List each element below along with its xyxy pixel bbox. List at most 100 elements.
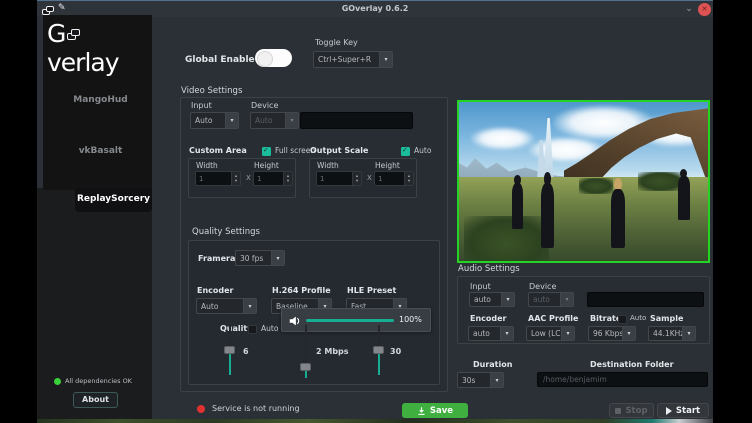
quality-auto-label: Auto	[261, 324, 278, 333]
framerate-slider-fill	[378, 353, 380, 375]
video-device-dropdown[interactable]: Auto	[250, 112, 299, 129]
encoder-dropdown[interactable]: Auto	[196, 298, 257, 314]
chevron-down-icon[interactable]: ⌄	[683, 3, 695, 15]
audio-input-label: Input	[470, 282, 491, 291]
bitrate-auto-label: Auto	[630, 314, 646, 322]
character-silhouette	[510, 175, 525, 229]
bitrate-auto-checkbox[interactable]	[618, 315, 627, 324]
audio-device-label: Device	[529, 282, 556, 291]
spin-arrows-icon	[352, 172, 361, 185]
sidebar-item-vkbasalt[interactable]: vkBasalt	[43, 146, 158, 156]
duration-dropdown[interactable]: 30s	[457, 372, 504, 388]
framerate-dropdown[interactable]: 30 fps	[235, 250, 285, 266]
bitrate-dropdown[interactable]: 96 Kbps	[588, 326, 636, 341]
global-enable-toggle[interactable]	[255, 49, 292, 67]
app-logo: G verlay	[47, 19, 152, 77]
scale-x-separator: X	[367, 174, 372, 182]
sidebar-logo-panel: G verlay MangoHud vkBasalt	[43, 15, 152, 190]
audio-encoder-label: Encoder	[470, 314, 507, 323]
toggle-key-label: Toggle Key	[315, 38, 358, 47]
video-settings-title: Video Settings	[181, 86, 242, 96]
volume-percent: 100%	[399, 315, 422, 324]
output-scale-auto-label: Auto	[414, 146, 431, 155]
aac-profile-dropdown[interactable]: Low (LC)	[526, 326, 575, 341]
custom-area-title: Custom Area	[189, 146, 247, 155]
audio-device-dropdown[interactable]: auto	[528, 292, 574, 307]
game-preview-image	[457, 100, 710, 263]
character-silhouette	[539, 172, 556, 248]
scale-width-spinbox[interactable]: 1	[316, 171, 362, 186]
dropdown-arrow-icon	[225, 113, 238, 128]
start-button[interactable]: Start	[657, 403, 709, 418]
video-device-field[interactable]	[300, 112, 413, 129]
framerate-slider-handle[interactable]	[373, 346, 384, 354]
quality-auto-checkbox[interactable]	[248, 325, 257, 334]
global-enable-label: Global Enable	[185, 55, 255, 65]
audio-encoder-dropdown[interactable]: auto	[468, 326, 514, 341]
volume-popup: 100%	[281, 308, 431, 332]
custom-height-spinbox[interactable]: 1	[253, 171, 293, 186]
character-silhouette	[608, 178, 627, 248]
bitrate-slider-handle[interactable]	[300, 363, 311, 371]
duration-label: Duration	[473, 360, 512, 369]
goverlay-window: ✎ GOverlay 0.6.2 ⌄ ✕ G verlay MangoHud v…	[37, 0, 713, 419]
video-input-dropdown[interactable]: Auto	[190, 112, 239, 129]
window-title: GOverlay 0.6.2	[37, 4, 713, 13]
save-button[interactable]: Save	[402, 403, 468, 418]
scale-height-label: Height	[375, 161, 400, 170]
dropdown-arrow-icon	[500, 327, 513, 340]
dropdown-arrow-icon	[682, 327, 695, 340]
volume-slider[interactable]	[306, 319, 394, 322]
spin-arrows-icon	[283, 172, 292, 185]
toggle-key-dropdown[interactable]: Ctrl+Super+R	[313, 51, 393, 68]
stop-button[interactable]: Stop	[609, 403, 654, 418]
dropdown-arrow-icon	[501, 293, 514, 306]
sample-dropdown[interactable]: 44.1KHz	[648, 326, 696, 341]
dropdown-arrow-icon	[490, 373, 503, 387]
bitrate-slider-value: 2 Mbps	[316, 347, 349, 356]
bitrate-slider-fill	[305, 371, 307, 378]
scale-width-label: Width	[317, 161, 339, 170]
speaker-icon	[288, 314, 302, 328]
dropdown-arrow-icon	[379, 52, 392, 67]
framerate-slider-value: 30	[390, 347, 401, 356]
sample-label: Sample	[650, 314, 683, 323]
about-button[interactable]: About	[73, 392, 118, 408]
output-scale-auto-checkbox[interactable]	[401, 147, 410, 156]
audio-device-field[interactable]	[587, 292, 704, 307]
custom-width-label: Width	[196, 161, 218, 170]
dependencies-ok-dot	[54, 378, 61, 385]
video-device-label: Device	[251, 101, 278, 110]
download-icon	[417, 406, 426, 416]
quality-slider-value: 6	[243, 347, 249, 356]
character-silhouette	[676, 169, 692, 220]
spin-arrows-icon	[231, 172, 240, 185]
h264-profile-label: H.264 Profile	[272, 286, 331, 295]
spin-arrows-icon	[404, 172, 413, 185]
fullscreen-checkbox[interactable]	[262, 147, 271, 156]
close-button[interactable]: ✕	[698, 3, 711, 16]
custom-width-spinbox[interactable]: 1	[195, 171, 241, 186]
hle-preset-label: HLE Preset	[347, 286, 396, 295]
dropdown-arrow-icon	[561, 327, 574, 340]
sidebar-item-mangohud[interactable]: MangoHud	[43, 95, 158, 105]
audio-input-dropdown[interactable]: auto	[469, 292, 515, 307]
background-window-sliver	[37, 419, 713, 423]
aac-profile-label: AAC Profile	[528, 314, 578, 323]
service-status-text: Service is not running	[212, 404, 300, 413]
destination-folder-label: Destination Folder	[590, 360, 674, 369]
quality-slider-fill	[229, 353, 231, 375]
dropdown-arrow-icon	[622, 327, 635, 340]
quality-slider-handle[interactable]	[224, 346, 235, 354]
play-icon	[666, 407, 672, 415]
destination-folder-field[interactable]: /home/benjamim	[537, 372, 708, 387]
desktop: ✎ GOverlay 0.6.2 ⌄ ✕ G verlay MangoHud v…	[0, 0, 752, 423]
sidebar-item-replaysorcery[interactable]: ReplaySorcery	[75, 188, 152, 212]
video-input-label: Input	[191, 101, 212, 110]
bitrate-label: Bitrate	[590, 314, 621, 323]
custom-height-label: Height	[254, 161, 279, 170]
dependencies-status: All dependencies OK	[65, 377, 132, 385]
scale-height-spinbox[interactable]: 1	[374, 171, 414, 186]
audio-settings-title: Audio Settings	[458, 264, 520, 274]
stop-icon	[615, 408, 621, 414]
